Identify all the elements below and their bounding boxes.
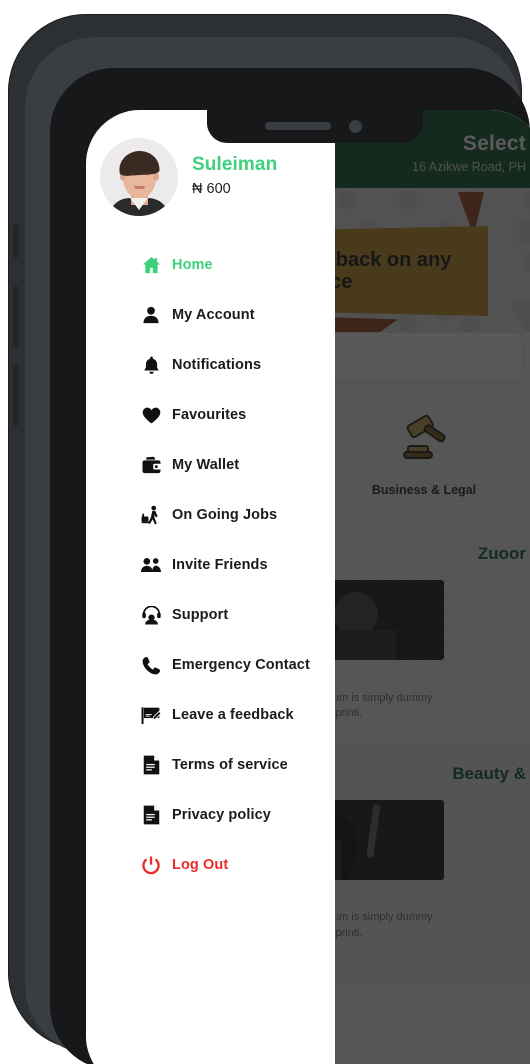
earpiece-speaker — [265, 122, 331, 130]
people-icon — [141, 555, 161, 575]
menu-label: Terms of service — [172, 757, 288, 773]
menu-item-notifications[interactable]: Notifications — [86, 340, 335, 390]
wallet-icon — [141, 455, 161, 475]
phone-screen: Select 16 Azikwe Road, PH — [86, 110, 530, 1064]
profile-meta: Suleiman ₦ 600 — [192, 154, 277, 201]
menu-item-terms-of-service[interactable]: Terms of service — [86, 740, 335, 790]
feedback-icon — [141, 705, 161, 725]
phone-icon — [141, 655, 161, 675]
power-icon — [141, 855, 161, 875]
phone-notch — [207, 110, 423, 143]
menu-item-support[interactable]: Support — [86, 590, 335, 640]
menu-item-log-out[interactable]: Log Out — [86, 840, 335, 890]
avatar — [100, 138, 178, 216]
home-icon — [141, 255, 161, 275]
drawer-menu: Home My Account Notifications Favourites… — [86, 240, 335, 890]
profile-name: Suleiman — [192, 153, 278, 175]
wallet-balance: ₦ 600 — [192, 180, 231, 197]
phone-frame-outer: Select 16 Azikwe Road, PH — [8, 14, 530, 1064]
phone-frame-mid: Select 16 Azikwe Road, PH — [25, 37, 530, 1064]
document-icon — [141, 805, 161, 825]
profile-header[interactable]: Suleiman ₦ 600 — [86, 132, 335, 216]
menu-label: Leave a feedback — [172, 707, 294, 723]
menu-label: Emergency Contact — [172, 657, 310, 673]
worker-icon — [141, 505, 161, 525]
heart-icon — [141, 405, 161, 425]
front-camera — [349, 120, 362, 133]
mute-switch[interactable] — [13, 224, 19, 258]
menu-item-emergency-contact[interactable]: Emergency Contact — [86, 640, 335, 690]
person-icon — [141, 305, 161, 325]
headset-icon — [141, 605, 161, 625]
menu-item-privacy-policy[interactable]: Privacy policy — [86, 790, 335, 840]
menu-item-my-account[interactable]: My Account — [86, 290, 335, 340]
menu-item-favourites[interactable]: Favourites — [86, 390, 335, 440]
menu-item-leave-a-feedback[interactable]: Leave a feedback — [86, 690, 335, 740]
document-icon — [141, 755, 161, 775]
phone-frame-inner: Select 16 Azikwe Road, PH — [50, 68, 530, 1064]
volume-down-button[interactable] — [13, 364, 19, 426]
menu-label: On Going Jobs — [172, 507, 278, 523]
menu-item-home[interactable]: Home — [86, 240, 335, 290]
phone-mockup: Select 16 Azikwe Road, PH — [0, 0, 530, 1064]
volume-up-button[interactable] — [13, 286, 19, 348]
bell-icon — [141, 355, 161, 375]
menu-item-on-going-jobs[interactable]: On Going Jobs — [86, 490, 335, 540]
navigation-drawer: Suleiman ₦ 600 Home My Account Notificat… — [86, 110, 335, 1064]
menu-item-invite-friends[interactable]: Invite Friends — [86, 540, 335, 590]
menu-item-my-wallet[interactable]: My Wallet — [86, 440, 335, 490]
